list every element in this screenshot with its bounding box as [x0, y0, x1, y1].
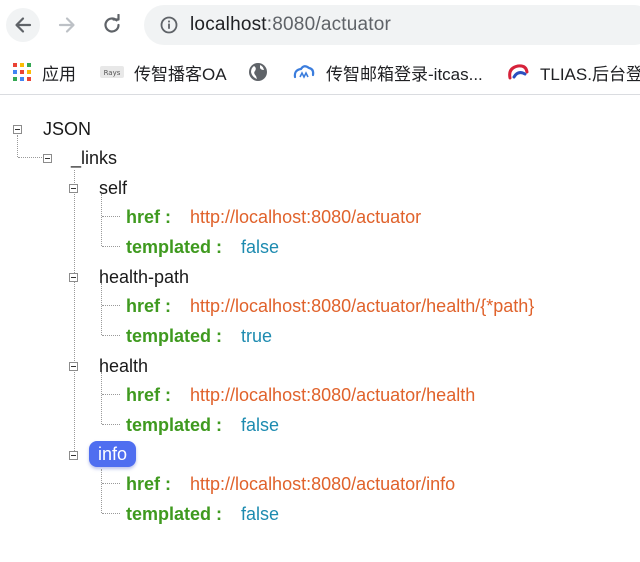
tree-connector [17, 135, 18, 157]
entry-href-row: href : http://localhost:8080/actuator/in… [126, 473, 455, 495]
reload-icon [104, 14, 120, 33]
node-self[interactable]: self [99, 177, 127, 199]
tree-connector [102, 246, 120, 247]
tree-connector [102, 394, 120, 395]
href-value[interactable]: http://localhost:8080/actuator [190, 207, 421, 227]
links-node-label[interactable]: _links [71, 147, 117, 169]
tree-connector [102, 305, 120, 306]
globe-icon [248, 62, 268, 82]
back-arrow-icon [15, 17, 32, 33]
entry-href-row: href : http://localhost:8080/actuator/he… [126, 295, 534, 317]
bookmarks-bar: 应用 Rays 传智播客OA 传智邮箱登录-itcas... TLIAS.后台登 [0, 50, 640, 94]
href-key: href : [126, 296, 171, 316]
href-value[interactable]: http://localhost:8080/actuator/info [190, 474, 455, 494]
entry-templated-row: templated : true [126, 325, 272, 347]
browser-toolbar: localhost:8080/actuator [0, 0, 640, 50]
bookmark-label: 传智播客OA [134, 64, 227, 84]
href-key: href : [126, 385, 171, 405]
templated-key: templated : [126, 504, 223, 524]
entry-href-row: href : http://localhost:8080/actuator [126, 206, 421, 228]
href-value[interactable]: http://localhost:8080/actuator/health [190, 385, 475, 405]
bookmark-label: 传智邮箱登录-itcas... [326, 64, 483, 84]
node-health[interactable]: health [99, 355, 148, 377]
tree-connector [102, 424, 120, 425]
templated-key: templated : [126, 326, 223, 346]
bookmark-globe[interactable] [248, 60, 278, 84]
collapse-toggle-self[interactable] [69, 184, 78, 193]
templated-value: true [241, 326, 273, 346]
tree-connector [101, 194, 102, 246]
templated-key: templated : [126, 415, 223, 435]
entry-href-row: href : http://localhost:8080/actuator/he… [126, 384, 475, 406]
url-text: localhost:8080/actuator [190, 14, 391, 36]
templated-value: false [241, 415, 280, 435]
rays-logo-icon: Rays [100, 64, 124, 80]
collapse-toggle-links[interactable] [43, 154, 52, 163]
collapse-toggle-health[interactable] [69, 362, 78, 371]
tree-connector [102, 513, 120, 514]
json-viewer: JSON _links self href : http://localhost… [0, 95, 640, 562]
url-path: :8080/actuator [266, 14, 392, 35]
tree-connector [101, 372, 102, 424]
collapse-toggle-info[interactable] [69, 451, 78, 460]
cloud-mail-icon [292, 63, 316, 81]
url-host: localhost [190, 14, 267, 35]
forward-arrow-icon [58, 17, 75, 33]
back-button[interactable] [6, 8, 40, 42]
tree-connector [102, 335, 120, 336]
tree-connector [74, 170, 75, 455]
tlias-logo-icon [506, 62, 530, 82]
apps-grid-icon [12, 62, 32, 82]
bookmark-apps[interactable]: 应用 [12, 60, 76, 84]
svg-text:Rays: Rays [104, 69, 121, 77]
forward-button[interactable] [50, 8, 84, 42]
href-key: href : [126, 474, 171, 494]
reload-button[interactable] [95, 8, 129, 42]
node-info-selected[interactable]: info [89, 441, 137, 467]
bookmark-oa[interactable]: Rays 传智播客OA [100, 60, 227, 84]
templated-value: false [241, 504, 280, 524]
entry-templated-row: templated : false [126, 503, 279, 525]
entry-templated-row: templated : false [126, 414, 279, 436]
bookmark-label: 应用 [42, 64, 76, 84]
tree-connector [101, 283, 102, 335]
collapse-toggle-root[interactable] [13, 125, 22, 134]
templated-value: false [241, 237, 280, 257]
tree-connector [102, 216, 120, 217]
tree-connector [101, 469, 102, 513]
node-health-path[interactable]: health-path [99, 266, 189, 288]
json-root-label[interactable]: JSON [43, 118, 91, 140]
tree-connector [102, 483, 120, 484]
bookmark-tlias[interactable]: TLIAS.后台登 [506, 60, 640, 84]
href-key: href : [126, 207, 171, 227]
tree-connector [18, 157, 42, 158]
entry-templated-row: templated : false [126, 236, 279, 258]
site-info-icon[interactable] [160, 16, 178, 34]
address-bar[interactable]: localhost:8080/actuator [144, 5, 640, 45]
href-value[interactable]: http://localhost:8080/actuator/health/{*… [190, 296, 534, 316]
templated-key: templated : [126, 237, 223, 257]
bookmark-mail[interactable]: 传智邮箱登录-itcas... [292, 60, 483, 84]
bookmark-label: TLIAS.后台登 [540, 64, 640, 84]
collapse-toggle-health-path[interactable] [69, 273, 78, 282]
